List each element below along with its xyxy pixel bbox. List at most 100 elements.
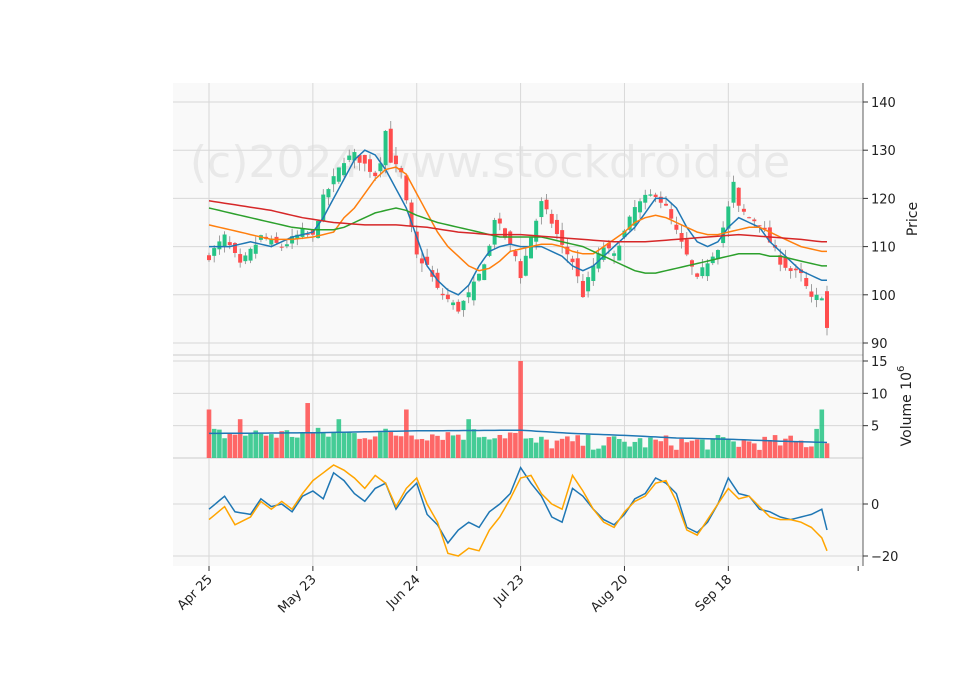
candle-body [752, 219, 757, 222]
volume-bar [751, 443, 757, 458]
volume-bar [310, 433, 316, 458]
candle-body [367, 159, 372, 172]
candle-body [804, 278, 809, 287]
volume-bar [648, 437, 653, 458]
indicator-tick-label: −20 [871, 550, 898, 565]
volume-bar [570, 441, 575, 458]
price-tick-label: 110 [871, 241, 896, 256]
volume-bar [263, 435, 269, 458]
volume-bar [414, 439, 420, 458]
candle-body [393, 155, 398, 165]
candle-body [580, 280, 585, 298]
candle-body [466, 292, 471, 298]
candle-body [612, 253, 617, 256]
price-tick-label: 90 [871, 337, 888, 352]
candle-body [243, 255, 248, 262]
volume-bar [258, 433, 264, 458]
candle-body [814, 294, 819, 301]
price-tick-label: 130 [871, 144, 896, 159]
volume-bar [518, 361, 523, 458]
volume-bar [440, 439, 445, 458]
candle-body [825, 291, 829, 328]
candle-body [736, 187, 741, 206]
candle-body [539, 201, 544, 218]
volume-bar [294, 437, 300, 458]
volume-bar [565, 436, 570, 458]
candle-body [741, 208, 746, 212]
price-panel-bg [173, 83, 863, 355]
volume-bar [320, 433, 326, 458]
volume-bar [663, 435, 669, 458]
volume-bar [684, 442, 690, 458]
watermark-text: (c)2024 www.stockdroid.de [190, 137, 790, 188]
candle-body [747, 217, 752, 219]
volume-bar [637, 438, 643, 458]
candle-body [570, 258, 575, 263]
volume-bar [471, 429, 477, 458]
volume-bar [346, 432, 352, 458]
volume-bar [528, 438, 534, 458]
candle-body [477, 273, 482, 281]
volume-bar [736, 446, 742, 458]
volume-bar [357, 438, 362, 458]
volume-bar [435, 435, 440, 458]
candle-body [788, 268, 793, 272]
candle-body [212, 248, 217, 256]
volume-tick-label: 5 [871, 420, 879, 435]
volume-bar [809, 446, 814, 458]
volume-bar [653, 439, 658, 458]
candle-body [664, 203, 669, 206]
volume-bar [658, 441, 664, 458]
candle-body [674, 224, 679, 230]
volume-axis-label-exponent: 6 [896, 366, 907, 372]
candle-body [643, 194, 648, 203]
volume-bar [632, 441, 638, 458]
candle-body [700, 267, 705, 277]
volume-bar [372, 436, 378, 458]
x-tick-label: Jun 24 [383, 572, 423, 612]
volume-bar [331, 432, 336, 458]
candle-body [513, 250, 518, 257]
volume-bar [243, 435, 248, 458]
volume-bar [388, 432, 394, 458]
candle-body [783, 256, 788, 268]
volume-bar [487, 439, 492, 458]
volume-bar [642, 447, 648, 458]
volume-bar [279, 431, 285, 458]
volume-bar [544, 439, 549, 458]
volume-bar [367, 439, 373, 458]
candle-body [508, 231, 513, 245]
candle-body [300, 228, 305, 237]
volume-bar [237, 419, 243, 458]
volume-bar [596, 448, 601, 458]
volume-bar [803, 447, 809, 458]
candle-body [440, 293, 445, 296]
candle-body [648, 194, 653, 196]
volume-bar [284, 430, 290, 458]
candle-body [544, 199, 549, 210]
volume-bar [788, 435, 793, 458]
volume-bar [700, 439, 705, 458]
candle-body [793, 268, 798, 271]
candle-body [731, 181, 736, 203]
candle-body [471, 281, 476, 301]
volume-bar [767, 440, 773, 458]
candle-body [653, 194, 658, 198]
candle-body [809, 291, 814, 297]
price-tick-label: 120 [871, 192, 896, 207]
volume-bar [336, 419, 342, 458]
candle-body [373, 172, 378, 177]
volume-bar [461, 439, 466, 458]
volume-bar [326, 436, 331, 458]
candle-body [248, 248, 253, 261]
volume-bar [404, 409, 409, 458]
volume-bar [341, 433, 347, 458]
candle-body [253, 244, 258, 254]
volume-bar [611, 436, 617, 458]
x-tick-label: Apr 25 [175, 572, 216, 613]
candle-body [331, 176, 336, 185]
candle-body [451, 302, 456, 306]
volume-bar [409, 435, 414, 458]
candle-body [362, 154, 367, 164]
volume-bar [305, 403, 310, 458]
